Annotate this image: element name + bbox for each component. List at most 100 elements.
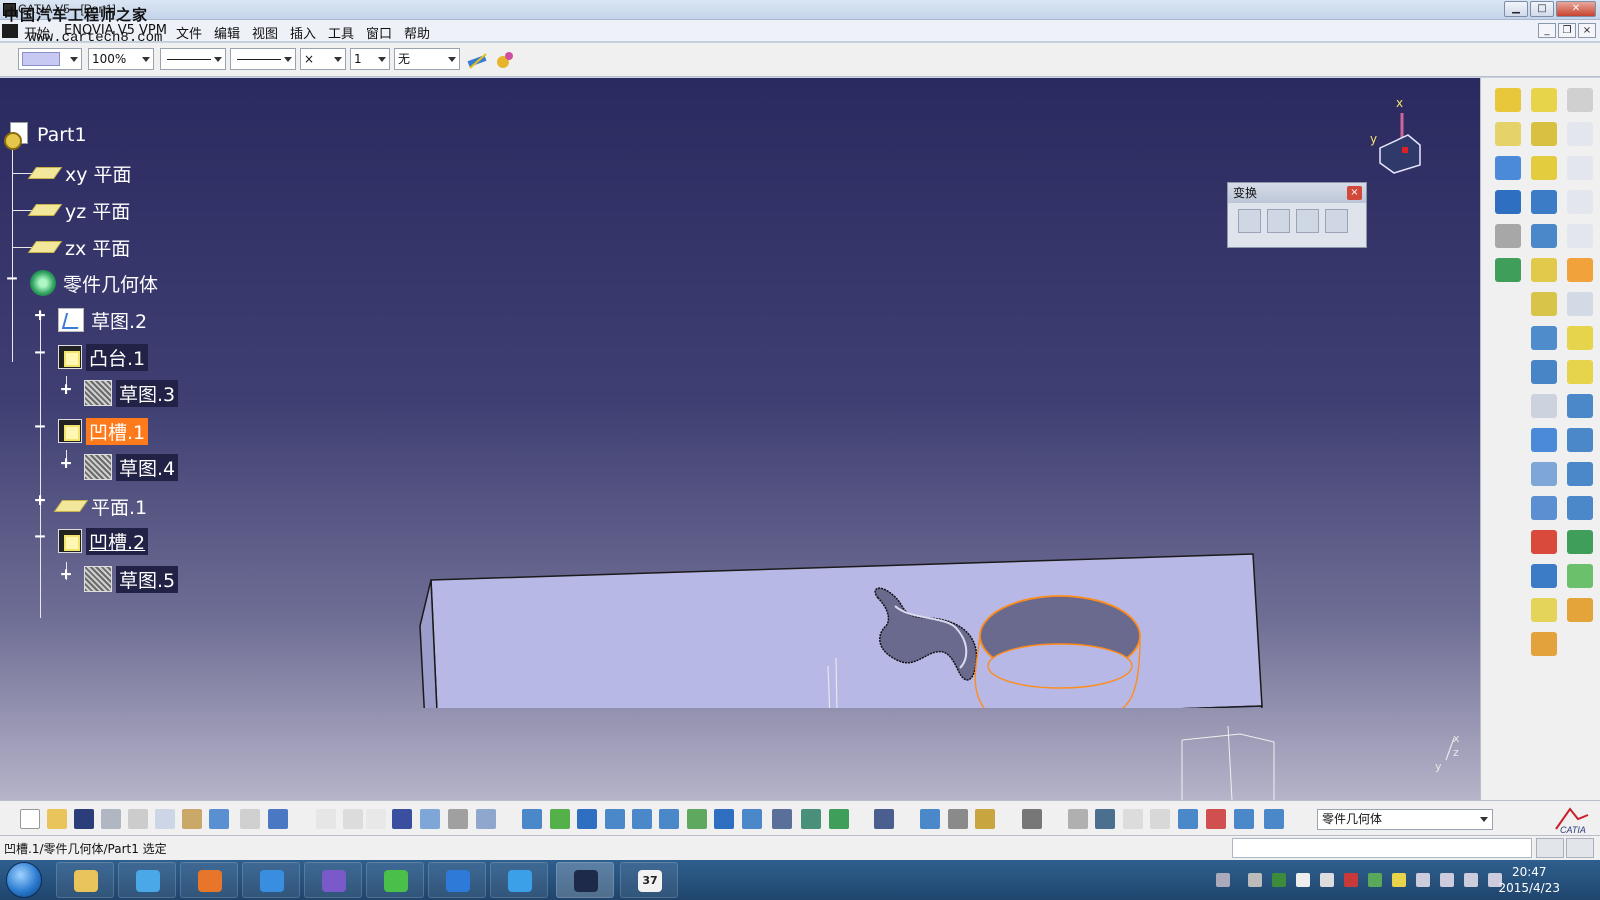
bluetooth-icon[interactable] [1416, 873, 1430, 887]
painter-icon[interactable] [466, 50, 490, 70]
command-input[interactable] [1232, 838, 1532, 858]
shading-icon[interactable] [772, 809, 792, 829]
body-select[interactable]: 零件几何体 [1317, 809, 1493, 830]
axis-to-axis-icon[interactable] [1325, 209, 1348, 233]
stiffener-icon[interactable] [1567, 394, 1593, 418]
taskbar-explorer[interactable] [56, 862, 114, 898]
expand-icon[interactable]: + [58, 381, 74, 399]
status-button[interactable] [1566, 838, 1594, 858]
layer-select[interactable]: 无 [394, 48, 460, 70]
tree-node-xy-plane[interactable]: xy 平面 [27, 158, 135, 188]
shield-icon[interactable] [1368, 873, 1382, 887]
fillet-tool-icon[interactable] [1531, 326, 1557, 350]
menu-insert[interactable]: 插入 [290, 23, 316, 42]
comment-icon[interactable] [343, 809, 363, 829]
multi-view-icon[interactable] [714, 809, 734, 829]
pad-tool-icon[interactable] [1531, 88, 1557, 112]
select-arrow-icon[interactable] [1567, 258, 1593, 282]
symmetry-icon[interactable] [1296, 209, 1319, 233]
tree-node-sketch2[interactable]: 草图.2 [58, 305, 150, 335]
minimize-button[interactable]: ▁ [1504, 1, 1528, 17]
tree-node-part1[interactable]: Part1 [4, 120, 90, 150]
expand-icon[interactable]: + [58, 455, 74, 473]
line-tool-icon[interactable] [1531, 496, 1557, 520]
print-icon[interactable] [101, 809, 121, 829]
taskbar-vs[interactable] [304, 862, 362, 898]
sketcher-icon[interactable] [1567, 292, 1593, 316]
translation-icon[interactable] [1238, 209, 1261, 233]
camera-icon[interactable] [1022, 809, 1042, 829]
doc-minimize-button[interactable]: _ [1538, 23, 1556, 38]
taskbar-ie[interactable] [242, 862, 300, 898]
tree-node-plane1[interactable]: 平面.1 [53, 491, 150, 521]
analysis-icon[interactable] [1495, 190, 1521, 214]
taskbar-calendar[interactable]: 37 [620, 862, 678, 898]
color-select[interactable] [18, 48, 82, 70]
graphic-properties-icon[interactable] [494, 49, 516, 71]
reference-icon[interactable] [1068, 809, 1088, 829]
cut-icon[interactable] [128, 809, 148, 829]
doc-close-button[interactable]: × [1578, 23, 1596, 38]
pocket-tool-icon[interactable] [1531, 122, 1557, 146]
swap-space-icon[interactable] [829, 809, 849, 829]
anchor-icon[interactable] [948, 809, 968, 829]
snap-icon[interactable] [1206, 809, 1226, 829]
tree-node-sketch4[interactable]: 草图.4 [84, 452, 179, 482]
expand-icon[interactable]: + [32, 492, 48, 510]
save-icon[interactable] [74, 809, 94, 829]
compass-widget[interactable]: y x [1350, 93, 1430, 183]
shell-tool-icon[interactable] [1531, 428, 1557, 452]
rib-tool-icon[interactable] [1531, 258, 1557, 282]
normal-view-icon[interactable] [687, 809, 707, 829]
rotate-icon[interactable] [605, 809, 625, 829]
menu-view[interactable]: 视图 [252, 23, 278, 42]
globe-icon[interactable] [1095, 809, 1115, 829]
pan-icon[interactable] [577, 809, 597, 829]
system-clock[interactable]: 20:47 2015/4/23 [1498, 864, 1560, 896]
collapse-icon[interactable]: − [4, 270, 20, 288]
taskbar-cloud[interactable] [490, 862, 548, 898]
point-symbol-select[interactable]: × [300, 48, 346, 70]
hide-icon[interactable] [801, 809, 821, 829]
apply-icon[interactable] [975, 809, 995, 829]
parameter-icon[interactable] [420, 809, 440, 829]
tray-app-icon[interactable] [1296, 873, 1310, 887]
sheet-metal-icon[interactable] [1234, 809, 1254, 829]
start-button[interactable] [6, 862, 42, 898]
text-tool-icon[interactable] [1531, 462, 1557, 486]
tree-node-zx-plane[interactable]: zx 平面 [27, 232, 133, 262]
undo-icon[interactable] [209, 809, 229, 829]
tray-app-icon[interactable] [1320, 873, 1334, 887]
menu-file[interactable]: 文件 [176, 23, 202, 42]
tree-node-pocket2[interactable]: 凹槽.2 [58, 526, 149, 556]
constraint-icon[interactable] [920, 809, 940, 829]
sketch-tool-icon[interactable] [1495, 88, 1521, 112]
status-button[interactable] [1536, 838, 1564, 858]
tree-node-yz-plane[interactable]: yz 平面 [27, 195, 133, 225]
swap-visible-icon[interactable] [476, 809, 496, 829]
hole-tool-icon[interactable] [1531, 224, 1557, 248]
groove-tool-icon[interactable] [1531, 190, 1557, 214]
tray-app-icon[interactable] [1392, 873, 1406, 887]
compass-handle[interactable] [1402, 147, 1408, 153]
remove-loft-icon[interactable] [1567, 496, 1593, 520]
axis-system-icon[interactable] [1123, 809, 1143, 829]
insert-body-icon[interactable] [1567, 598, 1593, 622]
doc-restore-button[interactable]: ❐ [1558, 23, 1576, 38]
zoom-out-icon[interactable] [659, 809, 679, 829]
plane-tool-icon[interactable] [1531, 598, 1557, 622]
slot-tool-icon[interactable] [1531, 292, 1557, 316]
open-folder-icon[interactable] [47, 809, 67, 829]
define-in-work-object-icon[interactable] [1264, 809, 1284, 829]
close-surface-icon[interactable] [1567, 190, 1593, 214]
isometric-view-icon[interactable] [742, 809, 762, 829]
tree-node-sketch5[interactable]: 草图.5 [84, 564, 179, 594]
volume-icon[interactable] [1464, 873, 1478, 887]
collapse-icon[interactable]: − [32, 344, 48, 362]
taskbar-app[interactable] [118, 862, 176, 898]
part-geometry[interactable] [400, 458, 1280, 708]
sew-surface-icon[interactable] [1567, 224, 1593, 248]
new-file-icon[interactable] [20, 809, 40, 829]
tray-app-icon[interactable] [1344, 873, 1358, 887]
transparency-select[interactable]: 100% [88, 48, 154, 70]
